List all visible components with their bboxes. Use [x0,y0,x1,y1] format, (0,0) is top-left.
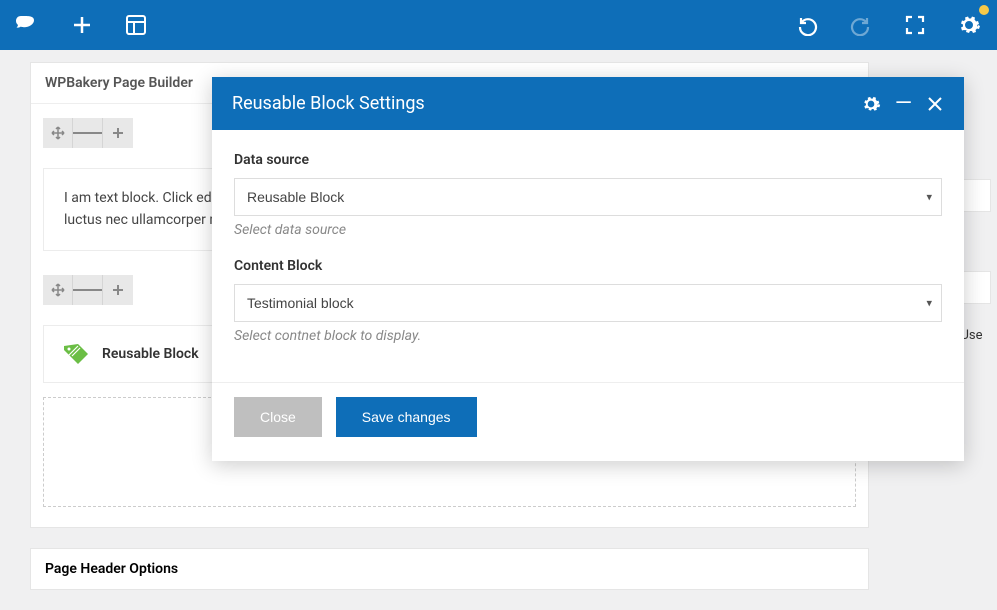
content-block-label: Content Block [234,258,942,274]
move-icon[interactable] [43,275,73,305]
toolbar-right [789,7,987,43]
template-icon[interactable] [118,7,154,43]
data-source-hint: Select data source [234,222,942,238]
minimize-icon[interactable]: — [895,99,912,109]
content-block-select[interactable]: Testimonial block [234,284,942,322]
redo-icon [843,7,879,43]
logo-icon[interactable] [10,7,46,43]
page-header-title: Page Header Options [31,549,868,589]
move-icon[interactable] [43,118,73,148]
save-button[interactable]: Save changes [336,397,477,437]
reusable-block-label: Reusable Block [102,346,199,362]
page-header-panel: Page Header Options [30,548,869,590]
settings-icon[interactable] [951,7,987,43]
modal-header-actions: — [861,94,944,114]
close-icon[interactable] [926,95,944,113]
columns-icon[interactable] [73,118,103,148]
tag-icon [62,342,92,366]
row-controls [43,118,133,148]
add-element-icon[interactable] [103,118,133,148]
gear-icon[interactable] [861,94,881,114]
modal-title: Reusable Block Settings [232,93,425,114]
modal-footer: Close Save changes [212,382,964,461]
toolbar-left [10,7,154,43]
settings-modal: Reusable Block Settings — Data source Re… [212,77,964,461]
modal-body: Data source Reusable Block Select data s… [212,130,964,372]
panel-title: WPBakery Page Builder [45,75,193,91]
modal-header: Reusable Block Settings — [212,77,964,130]
columns-icon[interactable] [73,275,103,305]
undo-icon[interactable] [789,7,825,43]
add-element-icon[interactable] [103,275,133,305]
add-icon[interactable] [64,7,100,43]
data-source-select[interactable]: Reusable Block [234,178,942,216]
close-button[interactable]: Close [234,397,322,437]
fullscreen-icon[interactable] [897,7,933,43]
content-block-hint: Select contnet block to display. [234,328,942,344]
data-source-label: Data source [234,152,942,168]
row-controls-2 [43,275,133,305]
top-toolbar [0,0,997,50]
